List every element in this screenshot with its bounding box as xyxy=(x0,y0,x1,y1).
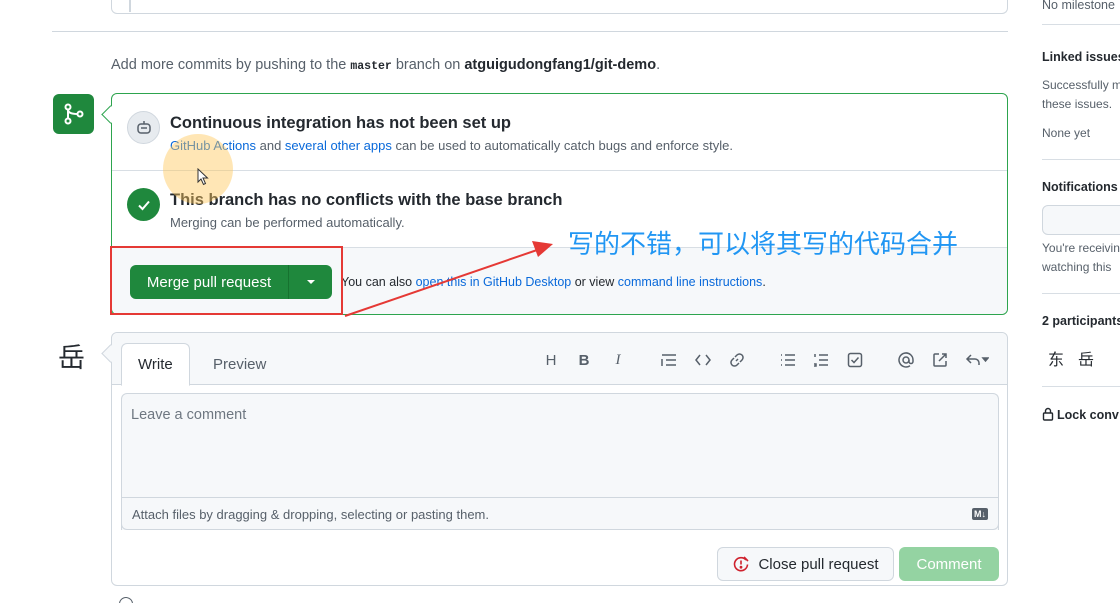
comment-placeholder: Leave a comment xyxy=(131,407,247,423)
attach-files-bar[interactable]: Attach files by dragging & dropping, sel… xyxy=(121,497,999,530)
lock-conversation-link[interactable]: Lock conv xyxy=(1042,407,1119,422)
task-list-icon[interactable] xyxy=(846,351,864,369)
link-icon[interactable] xyxy=(728,351,746,369)
notifications-subscribe-button[interactable] xyxy=(1042,205,1120,235)
linked-issues-desc-2: these issues. xyxy=(1042,97,1113,111)
avatar: 岳 xyxy=(58,343,85,374)
markdown-icon[interactable]: M↓ xyxy=(972,508,988,520)
mention-icon[interactable] xyxy=(897,351,915,369)
comment-form: Write Preview H B I Leave a comment Atta… xyxy=(111,332,1008,586)
lock-icon xyxy=(1042,407,1054,421)
milestone-none: No milestone xyxy=(1042,0,1115,12)
unordered-list-icon[interactable] xyxy=(779,351,797,369)
comment-button[interactable]: Comment xyxy=(899,547,999,581)
issue-closed-icon xyxy=(734,556,750,572)
italic-icon[interactable]: I xyxy=(609,351,627,369)
participant-avatar[interactable]: 岳 xyxy=(1078,346,1094,370)
sidebar: No milestone Linked issues Successfully … xyxy=(1030,0,1120,603)
notifications-desc-1: You're receivin xyxy=(1042,241,1120,255)
linked-issues-desc-1: Successfully m xyxy=(1042,78,1120,92)
tab-preview[interactable]: Preview xyxy=(197,343,282,385)
participants-heading: 2 participants xyxy=(1042,314,1120,328)
notifications-desc-2: watching this xyxy=(1042,260,1112,274)
saved-replies-icon[interactable] xyxy=(964,351,990,369)
sidebar-divider xyxy=(1042,159,1120,160)
linked-issues-heading[interactable]: Linked issues xyxy=(1042,50,1120,64)
attach-files-text: Attach files by dragging & dropping, sel… xyxy=(132,507,489,522)
code-icon[interactable] xyxy=(694,351,712,369)
sidebar-divider xyxy=(1042,386,1120,387)
heading-icon[interactable]: H xyxy=(542,351,560,369)
participant-avatar[interactable]: 东 xyxy=(1048,346,1064,370)
sidebar-divider xyxy=(1042,293,1120,294)
bold-icon[interactable]: B xyxy=(575,351,593,369)
reference-icon[interactable] xyxy=(931,351,949,369)
close-pull-request-label[interactable]: Close pull request xyxy=(758,556,878,573)
notifications-heading: Notifications xyxy=(1042,180,1118,194)
ordered-list-icon[interactable] xyxy=(812,351,830,369)
tab-write[interactable]: Write xyxy=(121,343,190,386)
quote-icon[interactable] xyxy=(660,351,678,369)
linked-issues-none: None yet xyxy=(1042,126,1091,140)
sidebar-divider xyxy=(1042,24,1120,25)
annotation-text: 写的不错，可以将其写的代码合并 xyxy=(568,230,959,260)
comment-toolbar: Write Preview H B I xyxy=(112,333,1007,386)
close-pull-request-button[interactable]: Close pull request xyxy=(717,547,894,581)
